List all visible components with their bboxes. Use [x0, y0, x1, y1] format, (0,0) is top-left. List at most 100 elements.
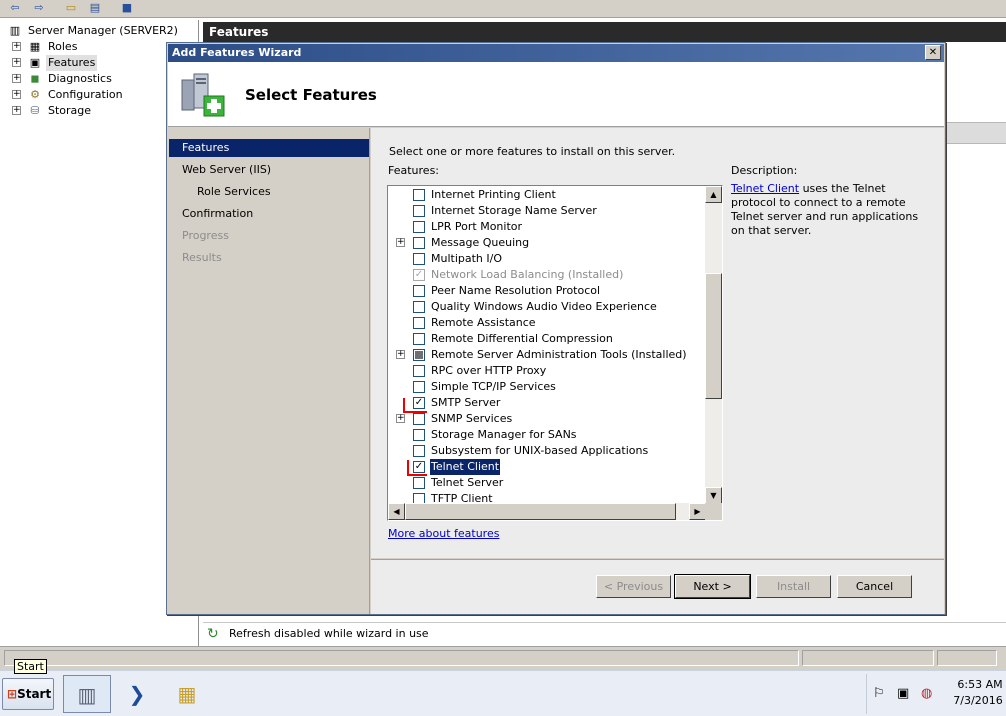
feature-checkbox[interactable] — [413, 301, 425, 313]
description-text: Telnet Client uses the Telnet protocol t… — [731, 182, 919, 237]
feature-checkbox[interactable] — [413, 221, 425, 233]
mmc-status-bar — [0, 646, 1006, 670]
scroll-thumb[interactable] — [705, 273, 722, 399]
server-icon: ▥ — [9, 24, 21, 37]
feature-checkbox[interactable] — [413, 365, 425, 377]
wizard-title-bar[interactable]: Add Features Wizard — [168, 44, 944, 62]
feature-checkbox: ✓ — [413, 269, 425, 281]
feature-label: Subsystem for UNIX-based Applications — [431, 444, 649, 457]
feature-item[interactable]: Peer Name Resolution Protocol — [388, 283, 706, 299]
feature-item[interactable]: LPR Port Monitor — [388, 219, 706, 235]
scroll-down-icon[interactable]: ▼ — [705, 487, 722, 504]
feature-item[interactable]: Multipath I/O — [388, 251, 706, 267]
feature-label: Remote Server Administration Tools (Inst… — [431, 348, 687, 361]
feature-label: Storage Manager for SANs — [431, 428, 577, 441]
expand-icon[interactable]: + — [12, 90, 21, 99]
back-icon[interactable]: ⇦ — [6, 1, 24, 15]
feature-checkbox[interactable] — [413, 285, 425, 297]
feature-item[interactable]: Remote Assistance — [388, 315, 706, 331]
feature-item[interactable]: Simple TCP/IP Services — [388, 379, 706, 395]
powershell-taskbar-icon[interactable]: ❯ — [113, 675, 161, 713]
nav-role-services[interactable]: Role Services — [184, 183, 369, 201]
feature-item[interactable]: Subsystem for UNIX-based Applications — [388, 443, 706, 459]
tree-root[interactable]: ▥ Server Manager (SERVER2) — [6, 23, 196, 39]
annotation-mark — [407, 474, 427, 476]
feature-item[interactable]: Storage Manager for SANs — [388, 427, 706, 443]
feature-label: Peer Name Resolution Protocol — [431, 284, 601, 297]
feature-item[interactable]: ✓ Telnet Client — [388, 459, 706, 475]
feature-item[interactable]: Telnet Server — [388, 475, 706, 491]
feature-item[interactable]: Remote Differential Compression — [388, 331, 706, 347]
feature-checkbox[interactable] — [413, 429, 425, 441]
feature-checkbox[interactable] — [413, 477, 425, 489]
previous-button[interactable]: < Previous — [596, 575, 671, 598]
feature-checkbox[interactable]: ✓ — [413, 397, 425, 409]
feature-checkbox[interactable] — [413, 333, 425, 345]
feature-checkbox[interactable] — [413, 253, 425, 265]
feature-item[interactable]: + SNMP Services — [388, 411, 706, 427]
feature-item[interactable]: Internet Printing Client — [388, 187, 706, 203]
nav-features[interactable]: Features — [169, 139, 369, 157]
results-pane-section-band — [945, 122, 1006, 144]
expand-icon[interactable]: + — [12, 106, 21, 115]
network-icon[interactable]: ▣ — [897, 686, 909, 701]
refresh-icon: ↻ — [207, 626, 219, 642]
status-panel — [937, 650, 997, 666]
scroll-thumb-horizontal[interactable] — [405, 503, 676, 520]
expand-icon[interactable]: + — [396, 350, 405, 359]
close-icon[interactable]: ✕ — [925, 45, 941, 60]
nav-confirmation[interactable]: Confirmation — [169, 205, 369, 223]
clock-date[interactable]: 7/3/2016 — [950, 694, 1006, 707]
feature-item[interactable]: Quality Windows Audio Video Experience — [388, 299, 706, 315]
help-icon[interactable]: ■ — [118, 1, 136, 15]
next-button[interactable]: Next > — [674, 574, 751, 599]
feature-checkbox[interactable] — [413, 189, 425, 201]
server-manager-taskbar-icon[interactable]: ▥ — [63, 675, 111, 713]
feature-checkbox[interactable] — [413, 381, 425, 393]
start-button[interactable]: ⊞Start — [2, 678, 54, 710]
feature-label: Network Load Balancing (Installed) — [431, 268, 624, 281]
expand-icon[interactable]: + — [396, 238, 405, 247]
description-link[interactable]: Telnet Client — [731, 182, 799, 195]
scroll-right-icon[interactable]: ▶ — [689, 503, 706, 520]
start-tooltip: Start — [14, 659, 47, 674]
scroll-left-icon[interactable]: ◀ — [388, 503, 405, 520]
nav-web-server[interactable]: Web Server (IIS) — [169, 161, 369, 179]
feature-label: Internet Storage Name Server — [431, 204, 597, 217]
feature-item[interactable]: + Remote Server Administration Tools (Ins… — [388, 347, 706, 363]
feature-checkbox[interactable] — [413, 205, 425, 217]
explorer-taskbar-icon[interactable]: ▦ — [163, 675, 211, 713]
feature-item[interactable]: Internet Storage Name Server — [388, 203, 706, 219]
feature-checkbox[interactable] — [413, 413, 425, 425]
expand-icon[interactable]: + — [12, 42, 21, 51]
view-icon[interactable]: ▤ — [86, 1, 104, 15]
expand-icon[interactable]: + — [12, 58, 21, 67]
mmc-toolbar: ⇦ ⇨ ▭ ▤ ■ — [0, 0, 1006, 18]
roles-icon: ▦ — [29, 40, 41, 53]
vertical-scrollbar[interactable]: ▲ ▼ — [705, 186, 722, 504]
expand-icon[interactable]: + — [396, 414, 405, 423]
cancel-button[interactable]: Cancel — [837, 575, 912, 598]
feature-checkbox[interactable] — [413, 445, 425, 457]
annotation-mark — [403, 398, 405, 412]
feature-label: SNMP Services — [431, 412, 513, 425]
feature-checkbox[interactable] — [413, 237, 425, 249]
more-about-features-link[interactable]: More about features — [388, 527, 499, 540]
horizontal-scrollbar[interactable]: ◀ ▶ — [388, 503, 706, 520]
feature-checkbox[interactable] — [413, 317, 425, 329]
scroll-up-icon[interactable]: ▲ — [705, 186, 722, 203]
clock-time[interactable]: 6:53 AM — [954, 678, 1006, 691]
features-list[interactable]: Internet Printing Client Internet Storage… — [387, 185, 723, 521]
volume-muted-icon[interactable]: ◍ — [921, 686, 932, 701]
feature-checkbox[interactable]: ✓ — [413, 461, 425, 473]
feature-checkbox[interactable] — [413, 349, 425, 361]
feature-item[interactable]: RPC over HTTP Proxy — [388, 363, 706, 379]
install-button[interactable]: Install — [756, 575, 831, 598]
feature-item[interactable]: ✓ Network Load Balancing (Installed) — [388, 267, 706, 283]
feature-item[interactable]: + Message Queuing — [388, 235, 706, 251]
folder-icon[interactable]: ▭ — [62, 1, 80, 15]
expand-icon[interactable]: + — [12, 74, 21, 83]
feature-item[interactable]: ✓ SMTP Server — [388, 395, 706, 411]
flag-icon[interactable]: ⚐ — [873, 686, 885, 701]
forward-icon[interactable]: ⇨ — [30, 1, 48, 15]
